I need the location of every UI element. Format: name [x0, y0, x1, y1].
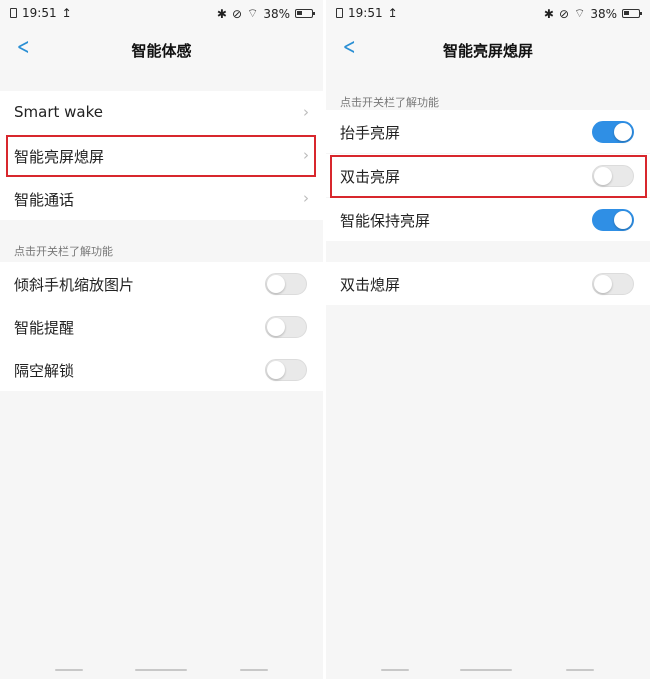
- section-hint: 点击开关栏了解功能: [340, 96, 439, 109]
- menu-item-label: 智能通话: [14, 191, 75, 209]
- toggle-switch[interactable]: [592, 121, 634, 143]
- battery-icon: [295, 9, 315, 18]
- menu-item-smart-call[interactable]: 智能通话 ›: [0, 177, 323, 220]
- highlight-box: [6, 135, 316, 177]
- toggle-knob: [594, 275, 612, 293]
- toggle-switch[interactable]: [265, 273, 307, 295]
- toggle-knob: [267, 318, 285, 336]
- highlight-box: [330, 155, 647, 198]
- menu-item-label: Smart wake: [14, 103, 103, 121]
- sim-icon: [336, 8, 343, 18]
- toggle-switch[interactable]: [592, 273, 634, 295]
- wifi-icon: ⌔: [247, 6, 259, 20]
- toggle-knob: [267, 361, 285, 379]
- status-bar: 19:51 ↥ ✱ ⊘ ⌔ 38%: [326, 0, 650, 28]
- status-bar: 19:51 ↥ ✱ ⊘ ⌔ 38%: [0, 0, 323, 28]
- nav-hint-right: [240, 669, 268, 671]
- toggle-row-smart-reminder[interactable]: 智能提醒: [0, 305, 323, 348]
- menu-item-smart-wake[interactable]: Smart wake ›: [0, 91, 323, 134]
- header: < 智能体感: [0, 28, 323, 70]
- chevron-right-icon: ›: [303, 103, 309, 121]
- toggle-row-double-tap-sleep[interactable]: 双击熄屏: [326, 262, 650, 305]
- toggle-switch[interactable]: [265, 316, 307, 338]
- toggle-knob: [614, 211, 632, 229]
- page-title: 智能体感: [131, 42, 192, 60]
- upload-icon: ↥: [387, 6, 398, 20]
- toggle-knob: [267, 275, 285, 293]
- toggle-label: 抬手亮屏: [340, 124, 401, 142]
- screen-smart-screen-on-off: 19:51 ↥ ✱ ⊘ ⌔ 38% < 智能亮屏熄屏 点击开关栏了解功能 抬手亮…: [326, 0, 650, 679]
- sim-icon: [10, 8, 17, 18]
- mute-icon: ⊘: [231, 6, 243, 21]
- nav-hint-center: [135, 669, 187, 671]
- header: < 智能亮屏熄屏: [326, 28, 650, 70]
- status-time: 19:51: [348, 6, 383, 20]
- toggle-row-air-unlock[interactable]: 隔空解锁: [0, 348, 323, 391]
- toggle-label: 隔空解锁: [14, 362, 75, 380]
- toggle-label: 双击熄屏: [340, 276, 401, 294]
- status-time: 19:51: [22, 6, 57, 20]
- toggle-label: 智能提醒: [14, 319, 75, 337]
- toggle-row-smart-keep-on[interactable]: 智能保持亮屏: [326, 198, 650, 241]
- toggle-row-tilt-zoom[interactable]: 倾斜手机缩放图片: [0, 262, 323, 305]
- toggle-label: 倾斜手机缩放图片: [14, 276, 135, 294]
- toggle-row-raise-to-wake[interactable]: 抬手亮屏: [326, 110, 650, 153]
- screen-smart-motion: 19:51 ↥ ✱ ⊘ ⌔ 38% < 智能体感 Smart wake › 智能…: [0, 0, 323, 679]
- bluetooth-icon: ✱: [543, 6, 554, 21]
- nav-hint-center: [460, 669, 512, 671]
- nav-hint-right: [566, 669, 594, 671]
- battery-percent: 38%: [263, 6, 290, 21]
- nav-hint-left: [55, 669, 83, 671]
- root: 19:51 ↥ ✱ ⊘ ⌔ 38% < 智能体感 Smart wake › 智能…: [0, 0, 650, 679]
- toggle-label: 智能保持亮屏: [340, 212, 431, 230]
- battery-icon: [622, 9, 642, 18]
- bluetooth-icon: ✱: [216, 6, 227, 21]
- chevron-right-icon: ›: [303, 189, 309, 207]
- section-hint: 点击开关栏了解功能: [14, 245, 113, 258]
- page-title: 智能亮屏熄屏: [442, 42, 533, 60]
- toggle-knob: [614, 123, 632, 141]
- toggle-switch[interactable]: [265, 359, 307, 381]
- nav-hint-left: [381, 669, 409, 671]
- battery-percent: 38%: [590, 6, 617, 21]
- toggle-switch[interactable]: [592, 209, 634, 231]
- upload-icon: ↥: [61, 6, 72, 20]
- wifi-icon: ⌔: [574, 6, 586, 20]
- mute-icon: ⊘: [558, 6, 570, 21]
